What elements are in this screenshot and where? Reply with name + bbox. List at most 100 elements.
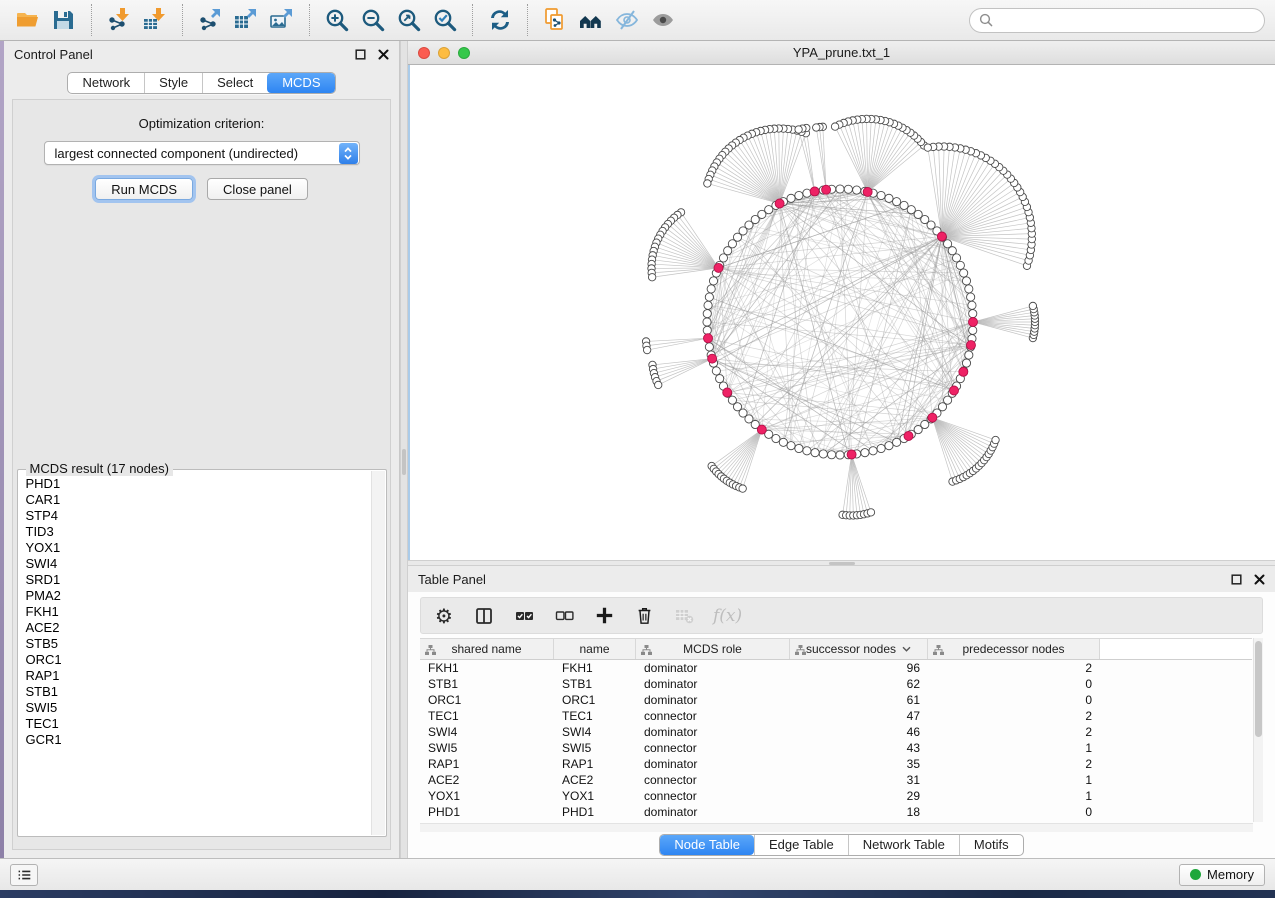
duplicate-network-button[interactable]: [537, 3, 573, 37]
splitter-grip[interactable]: [402, 449, 406, 475]
graph-node[interactable]: [719, 254, 727, 262]
graph-node[interactable]: [885, 442, 893, 450]
search-field[interactable]: [969, 8, 1265, 33]
graph-node[interactable]: [844, 185, 852, 193]
mcds-result-item[interactable]: SWI4: [26, 556, 370, 572]
leaf-node[interactable]: [739, 485, 746, 492]
graph-node[interactable]: [969, 310, 977, 318]
mcds-result-item[interactable]: TID3: [26, 524, 370, 540]
leaf-node[interactable]: [648, 274, 655, 281]
mcds-result-item[interactable]: YOX1: [26, 540, 370, 556]
graph-node[interactable]: [877, 444, 885, 452]
graph-node[interactable]: [803, 189, 811, 197]
mcds-node[interactable]: [937, 232, 946, 241]
mcds-node[interactable]: [714, 263, 723, 272]
tab-network-table[interactable]: Network Table: [848, 835, 959, 855]
tab-motifs[interactable]: Motifs: [959, 835, 1023, 855]
network-view[interactable]: [408, 65, 1275, 560]
optimization-criterion-select[interactable]: largest connected component (undirected): [44, 141, 360, 165]
leaf-node[interactable]: [867, 509, 874, 516]
table-row[interactable]: YOX1YOX1connector291: [420, 788, 1252, 804]
export-network-button[interactable]: [192, 3, 228, 37]
run-mcds-button[interactable]: Run MCDS: [95, 178, 193, 200]
mcds-node[interactable]: [775, 199, 784, 208]
hide-selected-button[interactable]: [609, 3, 645, 37]
column-header-predecessor-nodes[interactable]: predecessor nodes: [928, 639, 1100, 659]
graph-node[interactable]: [787, 194, 795, 202]
column-header-mcds-role[interactable]: MCDS role: [636, 639, 790, 659]
graph-node[interactable]: [877, 191, 885, 199]
graph-node[interactable]: [703, 310, 711, 318]
mcds-node[interactable]: [757, 425, 766, 434]
tab-node-table[interactable]: Node Table: [660, 835, 754, 855]
mcds-result-item[interactable]: ACE2: [26, 620, 370, 636]
leaf-node[interactable]: [704, 180, 711, 187]
search-input[interactable]: [999, 13, 1255, 28]
float-panel-icon[interactable]: [1231, 574, 1242, 585]
zoom-out-button[interactable]: [355, 3, 391, 37]
zoom-fit-button[interactable]: [391, 3, 427, 37]
mcds-result-item[interactable]: CAR1: [26, 492, 370, 508]
refresh-button[interactable]: [482, 3, 518, 37]
graph-node[interactable]: [962, 277, 970, 285]
table-row[interactable]: PHD1PHD1dominator180: [420, 804, 1252, 820]
column-header-name[interactable]: name: [554, 639, 636, 659]
splitter-grip[interactable]: [829, 562, 855, 565]
mcds-node[interactable]: [810, 187, 819, 196]
graph-node[interactable]: [885, 194, 893, 202]
export-table-button[interactable]: [228, 3, 264, 37]
graph-node[interactable]: [779, 438, 787, 446]
graph-node[interactable]: [704, 301, 712, 309]
zoom-in-button[interactable]: [319, 3, 355, 37]
show-column-button[interactable]: [473, 604, 495, 628]
mcds-node[interactable]: [822, 185, 831, 194]
mcds-result-item[interactable]: FKH1: [26, 604, 370, 620]
open-folder-button[interactable]: [10, 3, 46, 37]
graph-node[interactable]: [861, 449, 869, 457]
leaf-node[interactable]: [1029, 302, 1036, 309]
mcds-result-item[interactable]: ORC1: [26, 652, 370, 668]
mcds-result-item[interactable]: RAP1: [26, 668, 370, 684]
vertical-splitter[interactable]: [400, 41, 408, 858]
scrollbar-thumb[interactable]: [1255, 641, 1262, 737]
mcds-node[interactable]: [708, 354, 717, 363]
leaf-node[interactable]: [924, 144, 931, 151]
graph-node[interactable]: [703, 318, 711, 326]
close-panel-icon[interactable]: [1254, 574, 1265, 585]
graph-node[interactable]: [836, 451, 844, 459]
settings-gear-button[interactable]: ⚙: [433, 604, 455, 628]
graph-node[interactable]: [707, 285, 715, 293]
mcds-list-scrollbar[interactable]: [371, 471, 385, 835]
table-row[interactable]: STB1STB1dominator620: [420, 676, 1252, 692]
mcds-result-item[interactable]: TEC1: [26, 716, 370, 732]
leaf-node[interactable]: [643, 346, 650, 353]
graph-node[interactable]: [716, 375, 724, 383]
import-network-button[interactable]: [101, 3, 137, 37]
graph-node[interactable]: [803, 447, 811, 455]
tab-network[interactable]: Network: [68, 73, 144, 93]
select-all-button[interactable]: [513, 604, 535, 628]
save-button[interactable]: [46, 3, 82, 37]
graph-node[interactable]: [969, 326, 977, 334]
graph-node[interactable]: [956, 261, 964, 269]
graph-node[interactable]: [795, 191, 803, 199]
table-row[interactable]: SWI4SWI4dominator462: [420, 724, 1252, 740]
show-all-button[interactable]: [645, 3, 681, 37]
graph-node[interactable]: [836, 185, 844, 193]
table-row[interactable]: RAP1RAP1dominator352: [420, 756, 1252, 772]
graph-node[interactable]: [968, 301, 976, 309]
table-vertical-scrollbar[interactable]: [1253, 638, 1263, 822]
mcds-node[interactable]: [904, 432, 913, 441]
close-panel-button[interactable]: Close panel: [207, 178, 308, 200]
graph-node[interactable]: [712, 367, 720, 375]
mcds-result-item[interactable]: STP4: [26, 508, 370, 524]
mcds-result-item[interactable]: GCR1: [26, 732, 370, 748]
mcds-node[interactable]: [703, 334, 712, 343]
leaf-node[interactable]: [831, 123, 838, 130]
mcds-result-item[interactable]: PMA2: [26, 588, 370, 604]
graph-node[interactable]: [709, 277, 717, 285]
graph-node[interactable]: [703, 326, 711, 334]
task-history-button[interactable]: [10, 864, 38, 886]
table-row[interactable]: TEC1TEC1connector472: [420, 708, 1252, 724]
deselect-all-button[interactable]: [553, 604, 575, 628]
